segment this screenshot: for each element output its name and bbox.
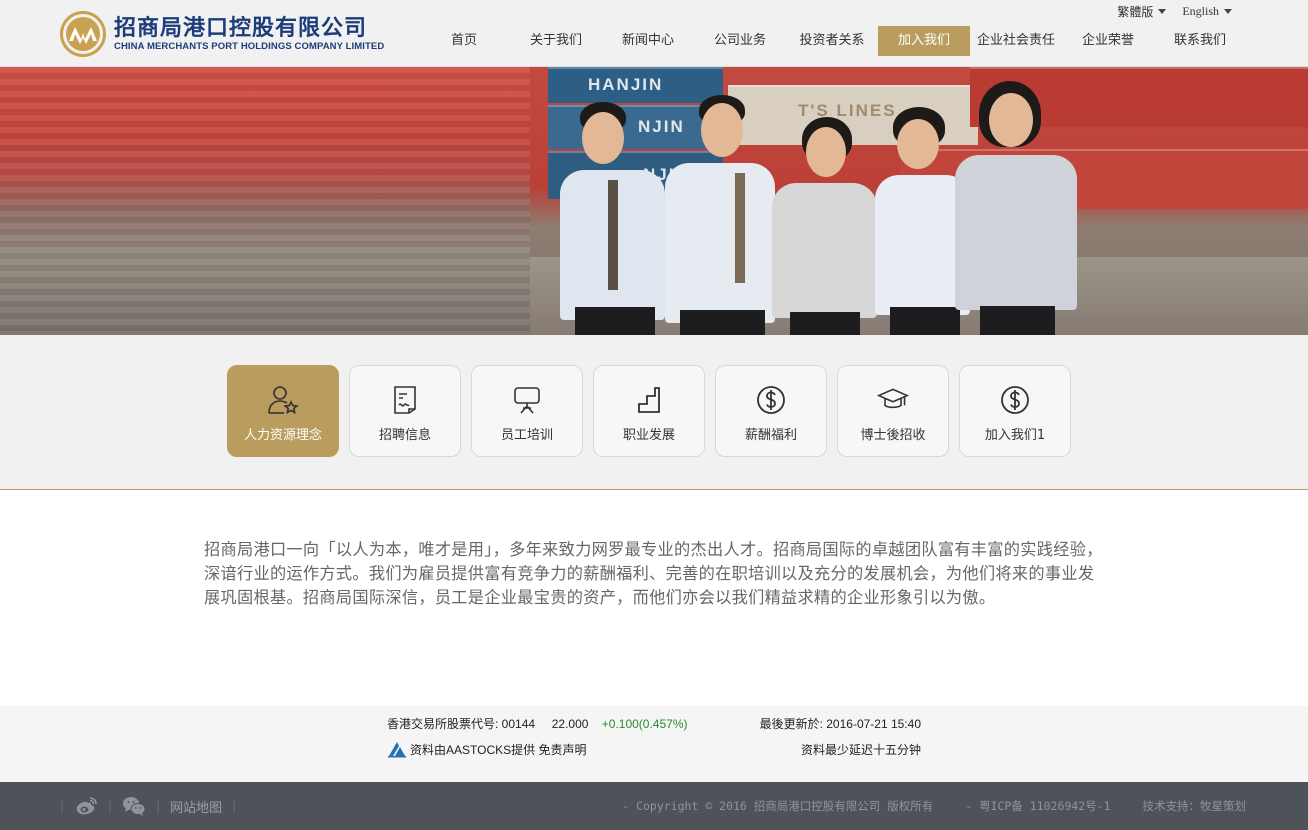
chevron-down-icon <box>1224 9 1232 14</box>
sitemap-link[interactable]: 网站地图 <box>170 797 222 816</box>
stock-price: 22.000 <box>551 717 589 731</box>
logo-chinese-name: 招商局港口控股有限公司 <box>114 15 368 41</box>
presentation-board-icon <box>514 386 540 414</box>
weibo-icon[interactable] <box>74 794 98 818</box>
tab-label: 员工培训 <box>500 427 553 443</box>
aastocks-source-text[interactable]: 资料由AASTOCKS提供 免责声明 <box>410 741 586 758</box>
tab-recruitment[interactable]: 招聘信息 <box>349 365 461 457</box>
company-logo[interactable]: 招商局港口控股有限公司 CHINA MERCHANTS PORT HOLDING… <box>60 10 384 58</box>
stock-code: 香港交易所股票代号: 00144 <box>387 717 536 731</box>
site-header: 招商局港口控股有限公司 CHINA MERCHANTS PORT HOLDING… <box>0 0 1308 67</box>
cm-logo-icon <box>60 11 106 57</box>
nav-item-business[interactable]: 公司业务 <box>694 26 786 56</box>
tab-join-us-1[interactable]: 加入我们1 <box>959 365 1071 457</box>
nav-item-investor-relations[interactable]: 投资者关系 <box>786 26 878 56</box>
main-nav: 首页 关于我们 新闻中心 公司业务 投资者关系 加入我们 企业社会责任 企业荣誉… <box>418 26 1246 56</box>
nav-item-home[interactable]: 首页 <box>418 26 510 56</box>
chevron-down-icon <box>1158 9 1167 14</box>
wechat-icon[interactable] <box>122 794 146 818</box>
tab-hr-philosophy[interactable]: 人力资源理念 <box>227 365 339 457</box>
staff-person <box>772 117 877 335</box>
nav-item-csr[interactable]: 企业社会责任 <box>970 26 1062 56</box>
tab-label: 加入我们1 <box>984 427 1046 443</box>
aastocks-logo-icon <box>388 742 406 758</box>
icp-number[interactable]: - 粤ICP备 11026942号-1 <box>965 798 1110 814</box>
copyright-text: - Copyright © 2016 招商局港口控股有限公司 版权所有 <box>622 799 934 813</box>
stock-last-updated: 最後更新於: 2016-07-21 15:40 <box>759 717 921 731</box>
aastocks-source[interactable]: 资料由AASTOCKS提供 免责声明 <box>387 740 586 758</box>
graduation-cap-icon <box>877 387 909 408</box>
divider: | <box>156 799 161 813</box>
tab-postdoctoral-recruitment[interactable]: 博士後招收 <box>837 365 949 457</box>
nav-item-contact[interactable]: 联系我们 <box>1154 26 1246 56</box>
logo-english-name: CHINA MERCHANTS PORT HOLDINGS COMPANY LI… <box>114 41 385 52</box>
banner-blurred-containers <box>0 67 540 335</box>
tab-label: 薪酬福利 <box>744 427 797 443</box>
lang-traditional-chinese[interactable]: 繁體版 <box>1117 3 1167 20</box>
staff-person <box>955 81 1080 335</box>
tab-label: 人力资源理念 <box>243 427 322 443</box>
dollar-coin-icon <box>1001 385 1029 414</box>
stock-change: +0.100(0.457%) <box>601 717 688 731</box>
tab-label: 职业发展 <box>622 427 675 443</box>
sub-nav-section: 人力资源理念 招聘信息 员工培训 职业发展 薪酬福利 博士後招收 加入我们1 <box>0 335 1308 490</box>
sub-nav-tabs: 人力资源理念 招聘信息 员工培训 职业发展 薪酬福利 博士後招收 加入我们1 <box>227 365 1071 457</box>
stock-delay-note: 资料最少延迟十五分钟 <box>800 742 921 757</box>
language-switcher: 繁體版 English <box>1117 3 1232 20</box>
document-icon <box>394 385 416 414</box>
container-label: HANJIN <box>588 75 664 94</box>
steps-icon <box>638 386 660 413</box>
staff-person <box>665 95 775 335</box>
nav-item-join-us[interactable]: 加入我们 <box>878 26 970 56</box>
divider: | <box>60 799 65 813</box>
tab-career-development[interactable]: 职业发展 <box>593 365 705 457</box>
tech-support-credit[interactable]: 技术支持：牧星策划 <box>1143 798 1247 814</box>
divider: | <box>108 799 113 813</box>
tab-label: 招聘信息 <box>378 427 431 443</box>
dollar-coin-icon <box>757 385 785 414</box>
lang-english[interactable]: English <box>1182 3 1232 20</box>
tab-training[interactable]: 员工培训 <box>471 365 583 457</box>
nav-item-honors[interactable]: 企业荣誉 <box>1062 26 1154 56</box>
hero-banner: HANJIN NJIN NJIN T'S LINES <box>0 67 1308 335</box>
staff-person <box>560 102 670 335</box>
tab-label: 博士後招收 <box>860 427 926 443</box>
nav-item-news[interactable]: 新闻中心 <box>602 26 694 56</box>
nav-item-about[interactable]: 关于我们 <box>510 26 602 56</box>
stock-quote-bar: 香港交易所股票代号: 00144 22.000 +0.100(0.457%) 最… <box>0 706 1308 782</box>
user-star-icon <box>268 385 299 414</box>
tab-compensation-benefits[interactable]: 薪酬福利 <box>715 365 827 457</box>
hr-philosophy-text: 招商局港口一向「以人为本，唯才是用」，多年来致力网罗最专业的杰出人才。招商局国际… <box>204 540 1103 607</box>
site-footer: | | | 网站地图 | - Copyright © 2016 招商局港口控股有… <box>0 782 1308 830</box>
divider: | <box>232 799 237 813</box>
